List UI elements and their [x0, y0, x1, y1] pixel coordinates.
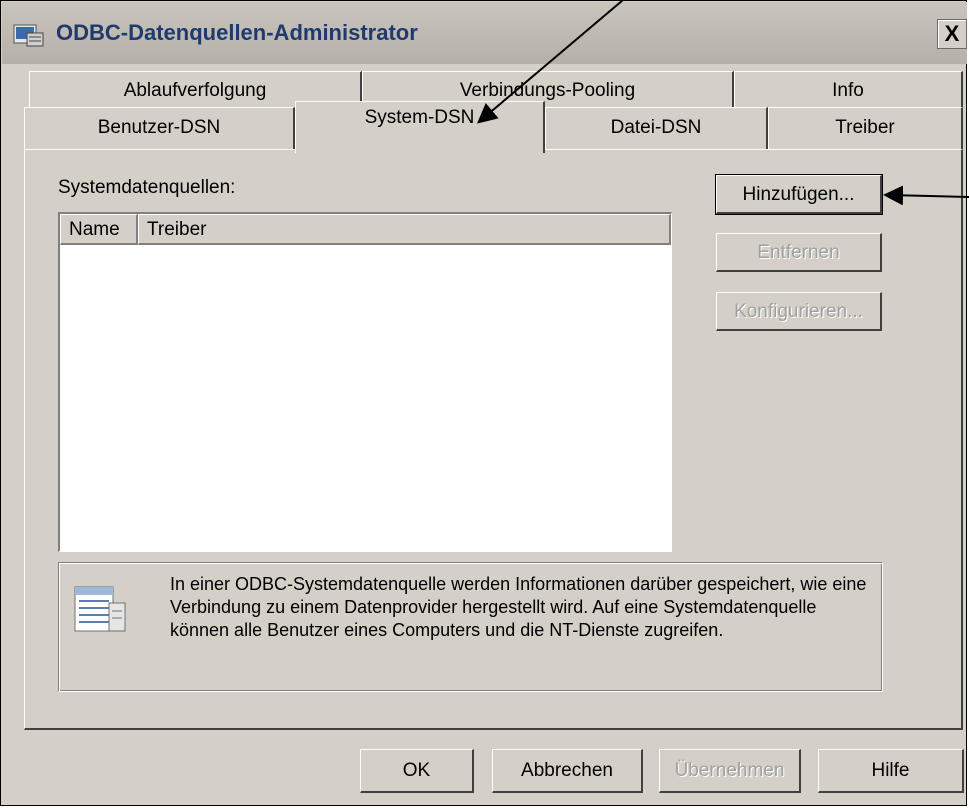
annotation-arrow-system-dsn: [476, 0, 624, 124]
annotation-arrow-add-button: [883, 185, 969, 206]
annotation-arrows: [476, 0, 969, 206]
